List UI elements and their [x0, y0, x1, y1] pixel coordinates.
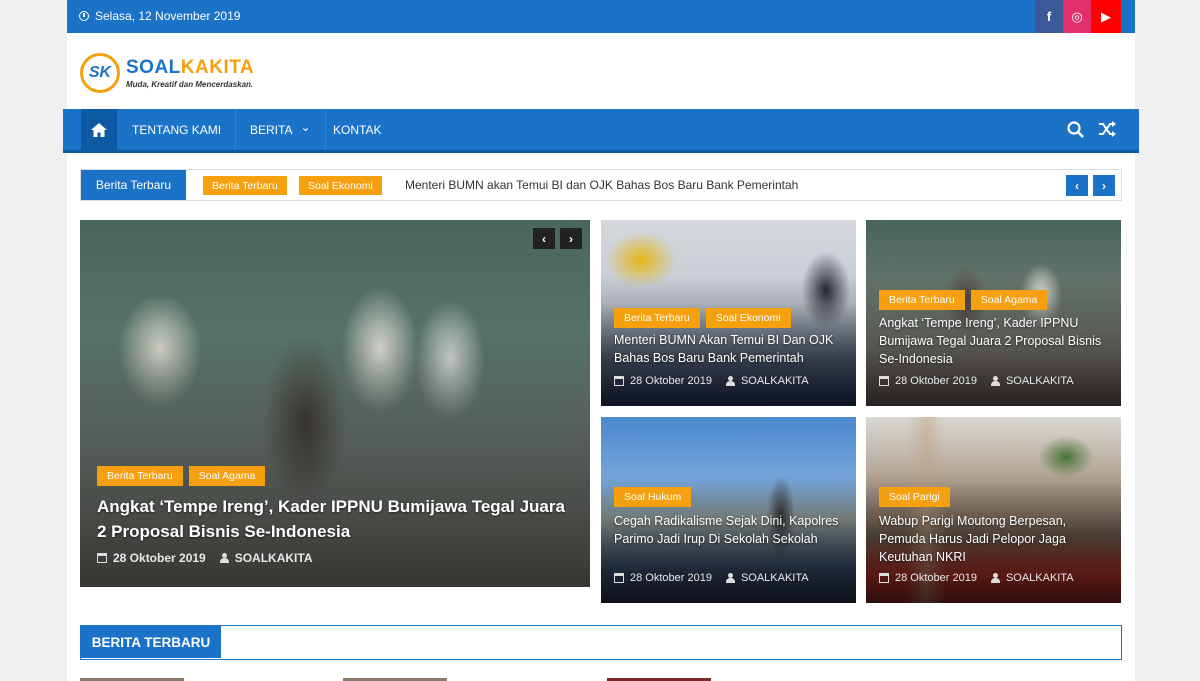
user-icon	[725, 376, 735, 386]
post-author[interactable]: SOALKAKITA	[741, 572, 809, 584]
news-card-title[interactable]: Angkat ‘Tempe Ireng’, Kader IPPNU Bumija…	[879, 314, 1111, 368]
site-tagline: Muda, Kreatif dan Mencerdaskan.	[126, 80, 254, 89]
ticker-label: Berita Terbaru	[81, 170, 186, 200]
ticker-category-badge[interactable]: Berita Terbaru	[203, 176, 287, 195]
slider-next-button[interactable]: ›	[560, 228, 582, 249]
current-date: Selasa, 12 November 2019	[79, 9, 240, 23]
main-content: Berita Terbaru Berita Terbaru Soal Ekono…	[67, 153, 1135, 681]
post-date: 28 Oktober 2019	[630, 375, 712, 387]
section-header: BERITA TERBARU	[80, 625, 1122, 660]
category-badge[interactable]: Soal Parigi	[879, 487, 950, 507]
category-badge[interactable]: Soal Ekonomi	[705, 308, 791, 328]
youtube-icon[interactable]: ▶	[1091, 0, 1121, 33]
user-icon	[990, 573, 1000, 583]
post-author[interactable]: SOALKAKITA	[235, 551, 313, 565]
facebook-icon[interactable]: f	[1035, 0, 1063, 33]
news-card[interactable]: Berita Terbaru Soal Ekonomi Menteri BUMN…	[601, 220, 856, 406]
logo-mark: SK	[80, 53, 120, 93]
section-title: BERITA TERBARU	[81, 626, 221, 658]
user-icon	[725, 573, 735, 583]
featured-slide[interactable]: ‹ › Berita Terbaru Soal Agama Angkat ‘Te…	[80, 220, 590, 587]
nav-item-kontak[interactable]: KONTAK	[319, 109, 395, 150]
site-header: SK SOALKAKITA Muda, Kreatif dan Mencerda…	[67, 33, 1135, 109]
top-bar: Selasa, 12 November 2019 f ◎ ▶	[67, 0, 1135, 33]
ticker-prev-button[interactable]: ‹	[1066, 175, 1088, 196]
nav-item-berita[interactable]: BERITA ⌄	[236, 109, 326, 150]
chevron-down-icon: ⌄	[300, 119, 311, 134]
category-badge[interactable]: Soal Agama	[188, 466, 266, 486]
category-badge[interactable]: Berita Terbaru	[614, 308, 700, 328]
user-icon	[219, 553, 229, 563]
post-date: 28 Oktober 2019	[630, 572, 712, 584]
post-date: 28 Oktober 2019	[113, 551, 206, 565]
post-author[interactable]: SOALKAKITA	[1006, 572, 1074, 584]
date-text: Selasa, 12 November 2019	[95, 9, 241, 23]
post-date: 28 Oktober 2019	[895, 375, 977, 387]
category-badge[interactable]: Soal Hukum	[614, 487, 692, 507]
site-logo[interactable]: SK SOALKAKITA Muda, Kreatif dan Mencerda…	[80, 53, 254, 93]
ticker-category-badge[interactable]: Soal Ekonomi	[299, 176, 382, 195]
user-icon	[990, 376, 1000, 386]
calendar-icon	[97, 553, 107, 563]
calendar-icon	[879, 376, 889, 386]
ticker-headline[interactable]: Menteri BUMN akan Temui BI dan OJK Bahas…	[405, 178, 798, 192]
calendar-icon	[614, 376, 624, 386]
clock-icon	[79, 11, 89, 21]
shuffle-icon[interactable]	[1098, 121, 1117, 143]
news-card-title[interactable]: Cegah Radikalisme Sejak Dini, Kapolres P…	[614, 512, 846, 548]
news-ticker: Berita Terbaru Berita Terbaru Soal Ekono…	[80, 169, 1122, 201]
news-card-title[interactable]: Wabup Parigi Moutong Berpesan, Pemuda Ha…	[879, 512, 1111, 566]
calendar-icon	[614, 573, 624, 583]
category-badge[interactable]: Soal Agama	[970, 290, 1048, 310]
news-card[interactable]: Soal Hukum Cegah Radikalisme Sejak Dini,…	[601, 417, 856, 603]
post-author[interactable]: SOALKAKITA	[1006, 375, 1074, 387]
main-nav: TENTANG KAMI BERITA ⌄ KONTAK	[63, 109, 1139, 153]
category-badge[interactable]: Berita Terbaru	[97, 466, 183, 486]
featured-title[interactable]: Angkat ‘Tempe Ireng’, Kader IPPNU Bumija…	[97, 494, 577, 544]
news-card-title[interactable]: Menteri BUMN Akan Temui BI Dan OJK Bahas…	[614, 331, 846, 367]
instagram-icon[interactable]: ◎	[1063, 0, 1091, 33]
social-links: f ◎ ▶	[1035, 0, 1121, 33]
calendar-icon	[879, 573, 889, 583]
site-name: SOALKAKITA	[126, 57, 255, 78]
post-date: 28 Oktober 2019	[895, 572, 977, 584]
nav-item-tentang-kami[interactable]: TENTANG KAMI	[118, 109, 237, 150]
ticker-next-button[interactable]: ›	[1093, 175, 1115, 196]
post-author[interactable]: SOALKAKITA	[741, 375, 809, 387]
home-icon[interactable]	[81, 109, 117, 150]
category-badge[interactable]: Berita Terbaru	[879, 290, 965, 310]
news-card[interactable]: Soal Parigi Wabup Parigi Moutong Berpesa…	[866, 417, 1121, 603]
slider-prev-button[interactable]: ‹	[533, 228, 555, 249]
news-card[interactable]: Berita Terbaru Soal Agama Angkat ‘Tempe …	[866, 220, 1121, 406]
search-icon[interactable]	[1067, 121, 1084, 143]
